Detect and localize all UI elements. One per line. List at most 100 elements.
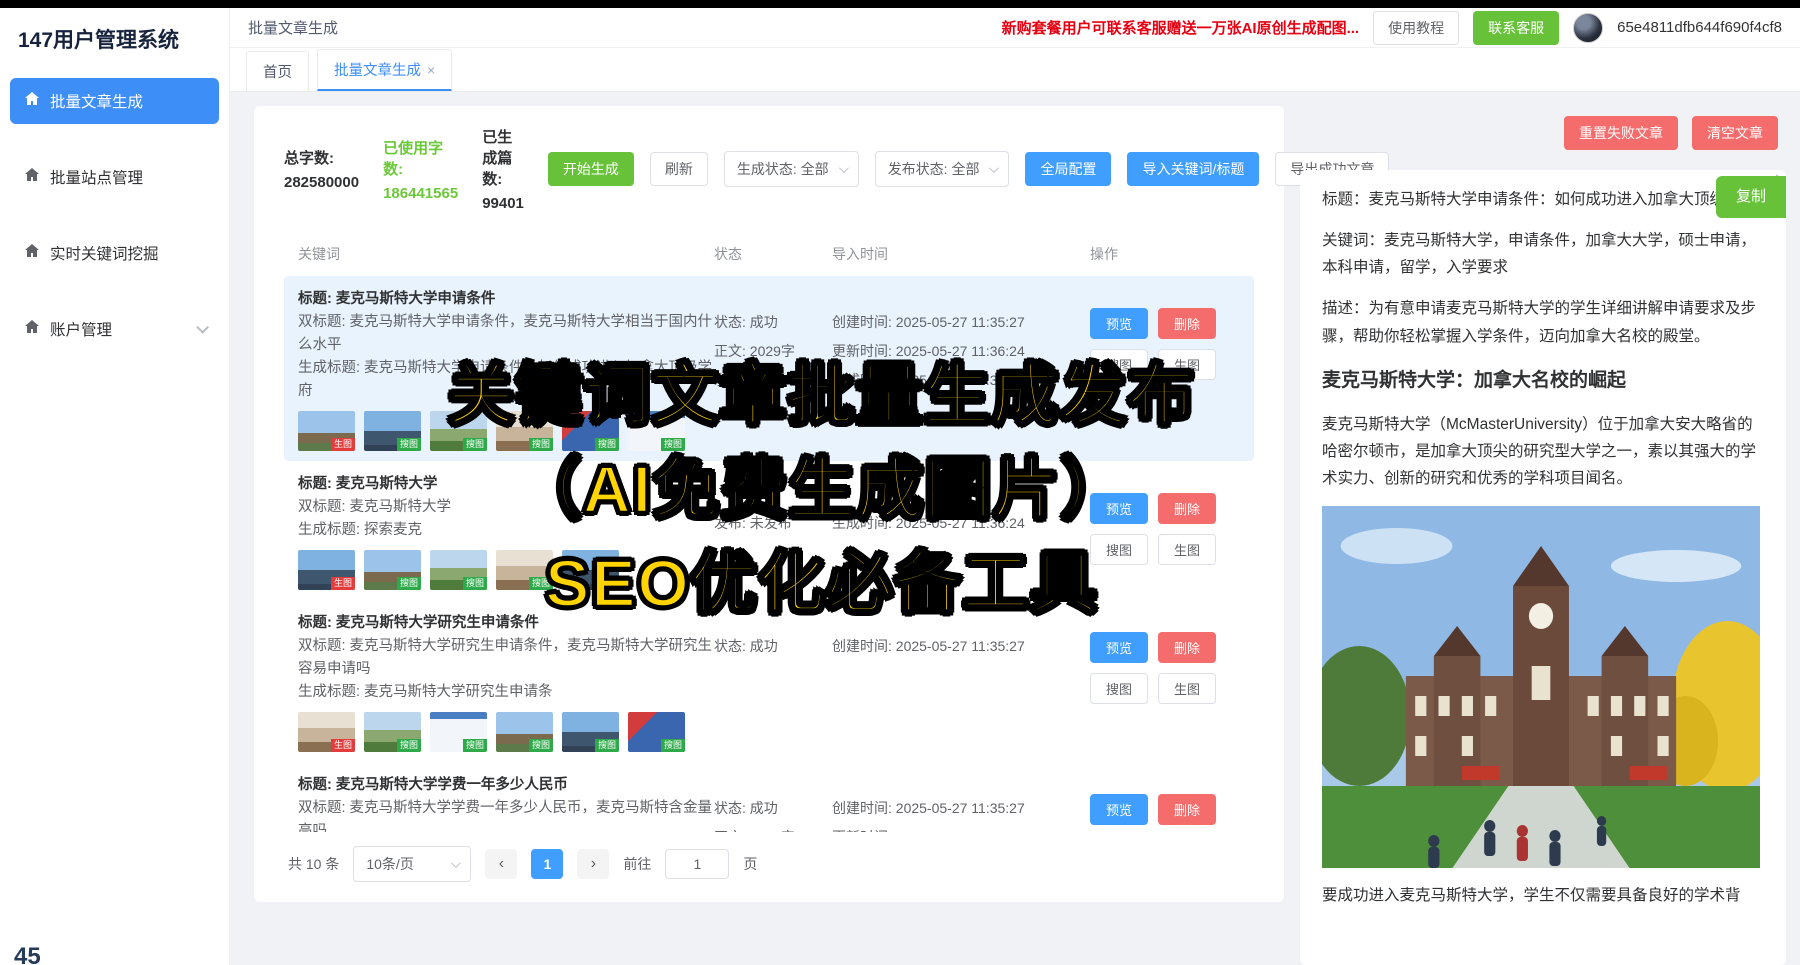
thumb-badge: 搜图: [397, 739, 421, 752]
page-number[interactable]: 1: [531, 849, 563, 879]
row-generated-title: 生成标题: 麦克马斯特大学研究生申请条: [298, 681, 714, 704]
preview-button[interactable]: 预览: [1090, 308, 1148, 339]
total-count: 共 10 条: [288, 854, 339, 874]
row-title: 标题: 麦克马斯特大学: [298, 473, 714, 496]
preview-button[interactable]: 预览: [1090, 493, 1148, 524]
publish-status-select[interactable]: 发布状态: 全部: [875, 151, 1010, 187]
sidebar-item-label: 批量站点管理: [50, 166, 143, 188]
delete-button[interactable]: 删除: [1158, 632, 1216, 663]
row-publish-status: 发布: 未发布: [714, 513, 832, 534]
tab-home[interactable]: 首页: [246, 51, 309, 91]
sidebar-menu: 批量文章生成 批量站点管理 实时关键词挖掘 账户管理: [0, 72, 229, 388]
article-thumbnail[interactable]: 搜图: [562, 712, 619, 752]
article-thumbnail[interactable]: 搜图: [430, 411, 487, 451]
sidebar-item-keyword-mining[interactable]: 实时关键词挖掘: [10, 230, 219, 276]
next-page-icon[interactable]: ›: [577, 849, 609, 879]
row-generated-time: 生成时间: 2025-05-27 11:36:24: [832, 513, 1090, 534]
copy-button[interactable]: 复制: [1716, 176, 1786, 218]
thumb-badge: 搜图: [661, 739, 685, 752]
preview-button[interactable]: 预览: [1090, 632, 1148, 663]
generate-image-button[interactable]: 生图: [1158, 534, 1216, 565]
row-created-time: 创建时间: 2025-05-27 11:35:27: [832, 312, 1090, 333]
goto-label: 前往: [623, 854, 651, 874]
table-row[interactable]: 标题: 麦克马斯特大学 双标题: 麦克马斯特大学 生成标题: 探索麦克 生图 搜…: [284, 461, 1254, 600]
promo-notice[interactable]: 新购套餐用户可联系客服赠送一万张AI原创生成配图...: [1002, 17, 1360, 38]
global-config-button[interactable]: 全局配置: [1025, 152, 1111, 186]
preview-button[interactable]: 预览: [1090, 794, 1148, 825]
table-row[interactable]: 标题: 麦克马斯特大学研究生申请条件 双标题: 麦克马斯特大学研究生申请条件，麦…: [284, 600, 1254, 762]
article-thumbnail[interactable]: 搜图: [364, 411, 421, 451]
search-image-button[interactable]: 搜图: [1090, 673, 1148, 704]
page-size-select[interactable]: 10条/页: [353, 846, 471, 882]
thumb-badge: 搜图: [529, 739, 553, 752]
tutorial-button[interactable]: 使用教程: [1373, 11, 1459, 45]
page-unit: 页: [743, 854, 757, 874]
home-icon: [24, 319, 40, 340]
row-title: 标题: 麦克马斯特大学申请条件: [298, 288, 714, 311]
table-body: 标题: 麦克马斯特大学申请条件 双标题: 麦克马斯特大学申请条件，麦克马斯特大学…: [284, 276, 1254, 832]
thumb-badge: 搜图: [529, 577, 553, 590]
tab-batch-article[interactable]: 批量文章生成 ×: [317, 49, 452, 91]
row-updated-time: 更新时间: 2025-05-27 11:36:24: [832, 341, 1090, 362]
generate-image-button[interactable]: 生图: [1158, 673, 1216, 704]
reset-failed-button[interactable]: 重置失败文章: [1564, 116, 1678, 150]
search-image-button[interactable]: 搜图: [1090, 534, 1148, 565]
generate-status-select[interactable]: 生成状态: 全部: [724, 151, 859, 187]
article-thumbnail[interactable]: 搜图: [364, 550, 421, 590]
prev-page-icon[interactable]: ‹: [485, 849, 517, 879]
article-thumbnail[interactable]: 搜图: [628, 411, 685, 451]
goto-page-input[interactable]: [665, 849, 729, 879]
home-icon: [24, 91, 40, 112]
preview-clipped-text: 要成功进入麦克马斯特大学，学生不仅需要具备良好的学术背: [1322, 882, 1760, 909]
clear-articles-button[interactable]: 清空文章: [1692, 116, 1778, 150]
delete-button[interactable]: 删除: [1158, 493, 1216, 524]
preview-description: 描述：为有意申请麦克马斯特大学的学生详细讲解申请要求及步骤，帮助你轻松掌握入学条…: [1322, 295, 1760, 349]
article-thumbnail[interactable]: 搜图: [496, 411, 553, 451]
col-import-time: 导入时间: [832, 244, 1090, 264]
close-tab-icon[interactable]: ×: [427, 62, 435, 78]
thumb-badge: 搜图: [397, 438, 421, 451]
generate-image-button[interactable]: 生图: [1158, 349, 1216, 380]
row-generated-title: 生成标题: 探索麦克: [298, 519, 714, 542]
row-created-time: 创建时间: 2025-05-27 11:35:27: [832, 636, 1090, 657]
start-generate-button[interactable]: 开始生成: [548, 152, 634, 186]
article-thumbnail[interactable]: 搜图: [496, 550, 553, 590]
article-thumbnail[interactable]: 搜图: [430, 550, 487, 590]
article-thumbnail[interactable]: 生图: [298, 411, 355, 451]
import-keywords-button[interactable]: 导入关键词/标题: [1127, 152, 1259, 186]
chevron-down-icon: [989, 163, 999, 173]
delete-button[interactable]: 删除: [1158, 308, 1216, 339]
article-thumbnail[interactable]: 搜图: [364, 712, 421, 752]
sidebar-item-batch-article[interactable]: 批量文章生成: [10, 78, 219, 124]
thumb-badge: 搜图: [595, 739, 619, 752]
refresh-button[interactable]: 刷新: [650, 152, 708, 186]
table-row[interactable]: 标题: 麦克马斯特大学申请条件 双标题: 麦克马斯特大学申请条件，麦克马斯特大学…: [284, 276, 1254, 461]
row-status: 状态: 成功: [714, 636, 832, 657]
article-thumbnail[interactable]: 搜图: [562, 411, 619, 451]
col-action: 操作: [1090, 244, 1240, 264]
thumb-badge: 搜图: [595, 577, 619, 590]
table-row[interactable]: 标题: 麦克马斯特大学学费一年多少人民币 双标题: 麦克马斯特大学学费一年多少人…: [284, 762, 1254, 832]
row-word-count: 正文: 2029字: [714, 341, 832, 362]
search-image-button[interactable]: 搜图: [1090, 349, 1148, 380]
table-header: 关键词 状态 导入时间 操作: [284, 238, 1254, 276]
article-thumbnail[interactable]: 搜图: [496, 712, 553, 752]
article-thumbnail[interactable]: 搜图: [562, 550, 619, 590]
article-thumbnail[interactable]: 生图: [298, 550, 355, 590]
stat-used-words: 已使用字数: 186441565: [383, 137, 458, 202]
user-id: 65e4811dfb644f690f4cf8: [1617, 19, 1782, 36]
header: 批量文章生成 新购套餐用户可联系客服赠送一万张AI原创生成配图... 使用教程 …: [230, 8, 1800, 48]
contact-support-button[interactable]: 联系客服: [1473, 11, 1559, 45]
thumb-badge: 搜图: [397, 577, 421, 590]
delete-button[interactable]: 删除: [1158, 794, 1216, 825]
thumb-badge: 搜图: [463, 438, 487, 451]
sidebar-item-batch-site[interactable]: 批量站点管理: [10, 154, 219, 200]
sidebar-item-account[interactable]: 账户管理: [10, 306, 219, 352]
avatar[interactable]: [1573, 13, 1603, 43]
article-thumbnail[interactable]: 搜图: [430, 712, 487, 752]
thumb-badge: 生图: [331, 577, 355, 590]
row-created-time: 创建时间: 2025-05-27 11:35:27: [832, 798, 1090, 819]
chevron-down-icon: [196, 321, 209, 334]
article-thumbnail[interactable]: 生图: [298, 712, 355, 752]
article-thumbnail[interactable]: 搜图: [628, 712, 685, 752]
